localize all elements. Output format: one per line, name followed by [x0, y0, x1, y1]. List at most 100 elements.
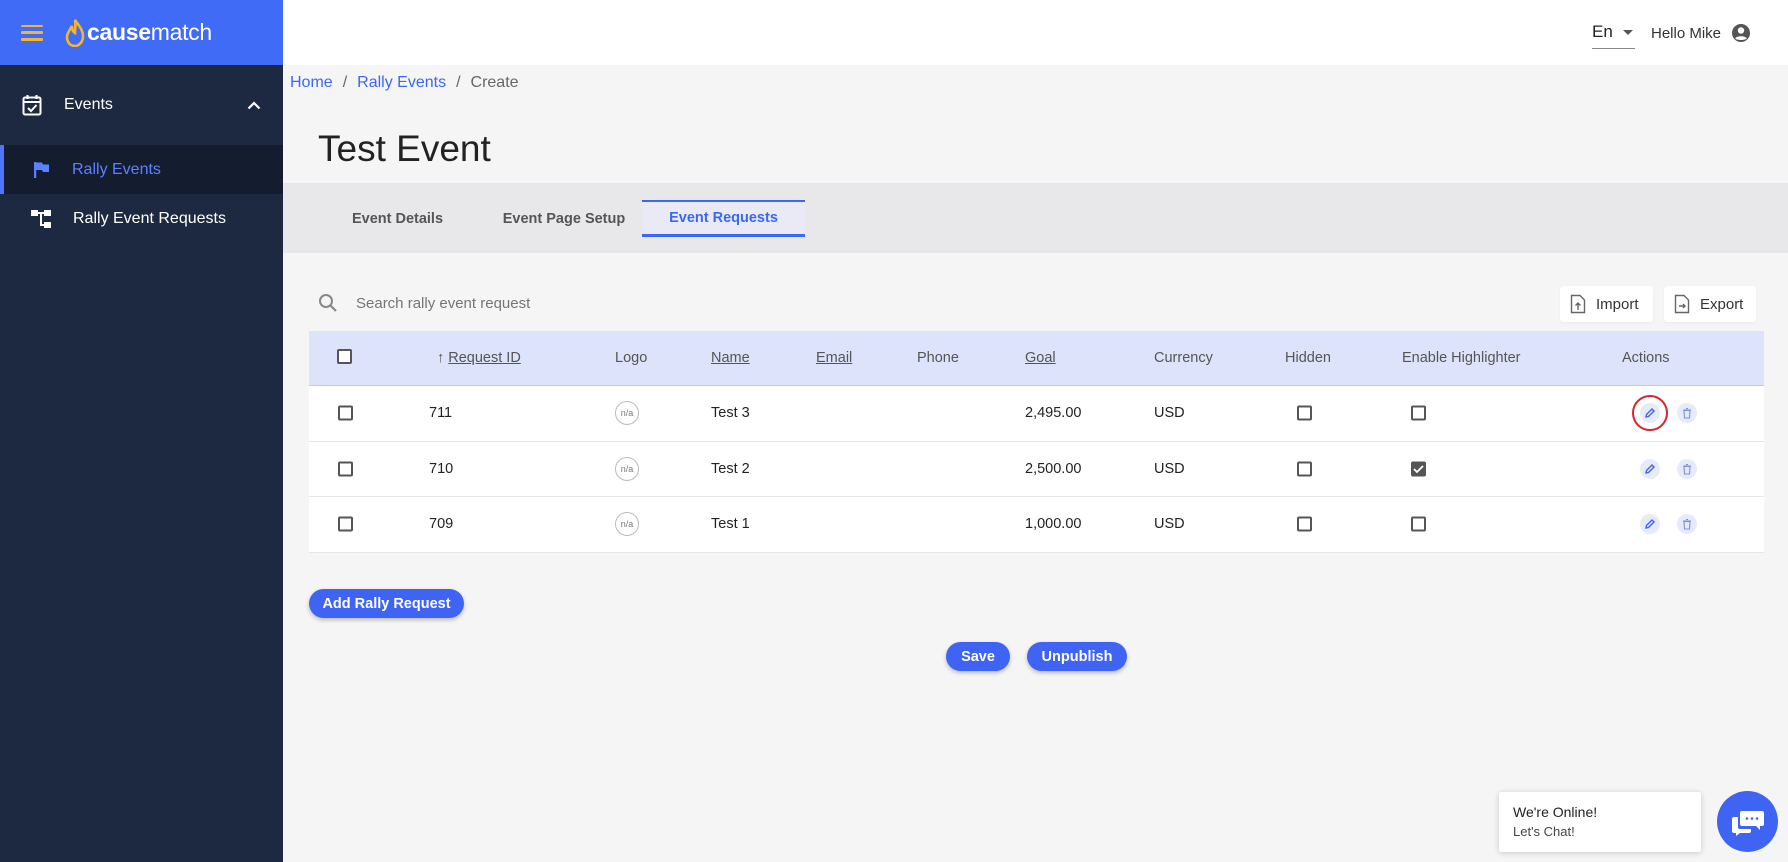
column-name[interactable]: Name — [711, 350, 750, 366]
highlighter-checkbox[interactable] — [1411, 516, 1426, 532]
column-logo: Logo — [615, 350, 648, 366]
pencil-icon — [1645, 519, 1655, 530]
delete-button[interactable] — [1677, 458, 1697, 479]
select-all-checkbox[interactable] — [337, 349, 352, 364]
import-label: Import — [1596, 295, 1639, 313]
sidebar-item-label: Rally Event Requests — [73, 209, 226, 227]
table-header: ↑ Request ID Logo Name Email Phone Goal C… — [309, 331, 1764, 386]
chat-launcher-button[interactable] — [1717, 791, 1778, 852]
cell-goal: 2,500.00 — [1025, 460, 1082, 477]
file-export-icon — [1674, 294, 1690, 314]
cell-request-id: 710 — [429, 460, 454, 477]
search-icon — [319, 294, 337, 312]
unpublish-button[interactable]: Unpublish — [1027, 642, 1127, 671]
logo-placeholder: n/a — [615, 456, 639, 481]
calendar-check-icon — [22, 95, 42, 116]
sidebar-item-rally-events[interactable]: Rally Events — [0, 145, 283, 194]
menu-icon[interactable] — [21, 24, 43, 41]
hidden-checkbox[interactable] — [1297, 405, 1312, 421]
tab-event-details[interactable]: Event Details — [325, 200, 470, 237]
table-row: 711 n/a Test 3 2,495.00 USD — [309, 386, 1764, 442]
user-menu[interactable]: Hello Mike — [1651, 23, 1751, 43]
column-goal[interactable]: Goal — [1025, 350, 1056, 366]
breadcrumb: Home / Rally Events / Create — [290, 74, 519, 92]
language-value: En — [1592, 22, 1613, 41]
trash-icon — [1683, 463, 1691, 475]
highlighter-checkbox-checked[interactable] — [1411, 461, 1426, 477]
breadcrumb-home[interactable]: Home — [290, 74, 333, 92]
export-label: Export — [1700, 295, 1744, 313]
search-input[interactable] — [356, 290, 756, 316]
search-bar — [318, 290, 756, 316]
row-select-checkbox[interactable] — [338, 405, 353, 421]
tab-event-requests[interactable]: Event Requests — [642, 200, 805, 237]
logo-placeholder: n/a — [615, 512, 639, 537]
pencil-icon — [1645, 408, 1655, 419]
sidebar-group-label: Events — [64, 96, 113, 113]
cell-currency: USD — [1154, 405, 1185, 422]
hidden-checkbox[interactable] — [1297, 516, 1312, 532]
breadcrumb-rally-events[interactable]: Rally Events — [357, 74, 446, 92]
greeting-text: Hello Mike — [1651, 24, 1722, 42]
cell-goal: 2,495.00 — [1025, 405, 1082, 422]
trash-icon — [1683, 519, 1691, 530]
sidebar: causematch Events Rally Events Rally Eve… — [0, 0, 283, 862]
highlighter-checkbox[interactable] — [1411, 405, 1426, 421]
language-select[interactable]: En — [1592, 22, 1635, 49]
row-select-checkbox[interactable] — [338, 461, 353, 477]
flame-icon — [65, 18, 85, 47]
table-row: 709 n/a Test 1 1,000.00 USD — [309, 497, 1764, 553]
logo-text: causematch — [87, 19, 212, 45]
cell-goal: 1,000.00 — [1025, 516, 1082, 533]
chevron-up-icon[interactable] — [247, 100, 261, 110]
brand-bar: causematch — [0, 0, 283, 65]
column-enable-highlighter: Enable Highlighter — [1402, 350, 1521, 366]
cell-name: Test 3 — [711, 405, 750, 422]
cell-currency: USD — [1154, 516, 1185, 533]
save-button[interactable]: Save — [946, 642, 1010, 671]
requests-table: ↑ Request ID Logo Name Email Phone Goal C… — [309, 331, 1764, 553]
causematch-logo[interactable]: causematch — [65, 18, 212, 47]
caret-down-icon — [1622, 29, 1633, 35]
top-bar — [283, 0, 1788, 65]
chat-line-1: We're Online! — [1513, 804, 1598, 820]
cell-request-id: 711 — [429, 405, 453, 422]
sidebar-group-events[interactable]: Events — [0, 65, 283, 145]
sort-arrow-up-icon: ↑ — [437, 350, 445, 366]
import-button[interactable]: Import — [1560, 286, 1653, 322]
export-button[interactable]: Export — [1664, 286, 1756, 322]
file-upload-icon — [1570, 294, 1586, 314]
account-circle-icon — [1732, 24, 1751, 42]
hidden-checkbox[interactable] — [1297, 461, 1312, 477]
column-request-id-label: Request ID — [448, 350, 521, 366]
delete-button[interactable] — [1677, 514, 1697, 535]
delete-button[interactable] — [1677, 403, 1697, 424]
tab-event-page-setup[interactable]: Event Page Setup — [484, 200, 644, 237]
sidebar-item-label: Rally Events — [72, 160, 161, 178]
table-row: 710 n/a Test 2 2,500.00 USD — [309, 442, 1764, 497]
edit-button[interactable] — [1640, 403, 1660, 424]
column-actions: Actions — [1622, 350, 1670, 366]
chat-prompt[interactable]: We're Online! Let's Chat! — [1499, 792, 1701, 852]
row-select-checkbox[interactable] — [338, 516, 353, 532]
edit-button[interactable] — [1640, 514, 1660, 535]
logo-placeholder: n/a — [615, 401, 639, 426]
trash-icon — [1683, 408, 1691, 419]
cell-currency: USD — [1154, 460, 1185, 477]
edit-button[interactable] — [1640, 458, 1660, 479]
flag-icon — [34, 161, 49, 178]
add-rally-request-button[interactable]: Add Rally Request — [309, 589, 464, 618]
column-request-id[interactable]: ↑ Request ID — [437, 350, 521, 366]
column-hidden: Hidden — [1285, 350, 1331, 366]
cell-name: Test 1 — [711, 516, 750, 533]
chat-line-2: Let's Chat! — [1513, 824, 1575, 839]
page-title: Test Event — [318, 128, 491, 169]
cell-request-id: 709 — [429, 516, 454, 533]
breadcrumb-separator: / — [456, 74, 461, 91]
chat-bubbles-icon — [1731, 810, 1764, 836]
breadcrumb-current: Create — [470, 74, 519, 91]
column-currency: Currency — [1154, 350, 1213, 366]
column-email[interactable]: Email — [816, 350, 852, 366]
pencil-icon — [1645, 463, 1655, 474]
sidebar-item-rally-event-requests[interactable]: Rally Event Requests — [0, 194, 283, 243]
